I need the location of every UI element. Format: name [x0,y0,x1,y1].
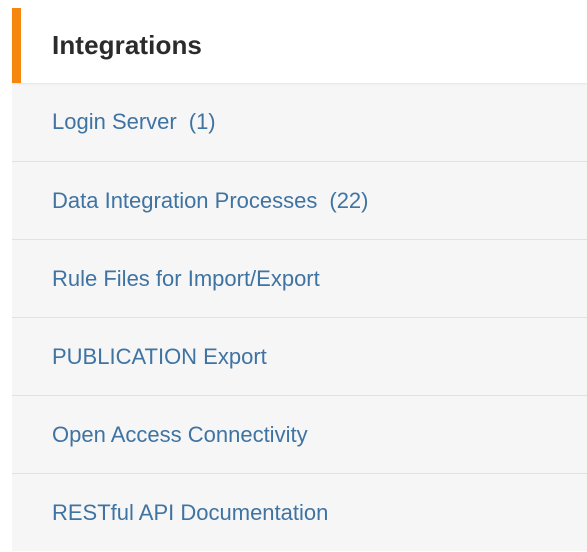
integrations-panel: Integrations Login Server (1) Data Integr… [12,8,587,552]
nav-item-label: Login Server [52,109,177,134]
panel-title: Integrations [52,30,202,60]
publication-export-link[interactable]: PUBLICATION Export [52,344,267,370]
rule-files-link[interactable]: Rule Files for Import/Export [52,266,320,292]
data-integration-processes-link[interactable]: Data Integration Processes (22) [52,188,369,214]
nav-item-label: Open Access Connectivity [52,421,308,447]
nav-item-count: (22) [329,187,369,213]
integrations-nav-list: Login Server (1) Data Integration Process… [12,83,587,551]
login-server-link[interactable]: Login Server (1) [52,109,216,135]
nav-item-label: Rule Files for Import/Export [52,265,320,291]
nav-item-publication-export[interactable]: PUBLICATION Export [12,317,587,395]
nav-item-restful-api-documentation[interactable]: RESTful API Documentation [12,473,587,551]
nav-item-label: RESTful API Documentation [52,499,329,525]
nav-item-data-integration-processes[interactable]: Data Integration Processes (22) [12,161,587,239]
panel-header: Integrations [12,8,587,83]
nav-item-label: Data Integration Processes [52,187,318,213]
nav-item-open-access-connectivity[interactable]: Open Access Connectivity [12,395,587,473]
open-access-connectivity-link[interactable]: Open Access Connectivity [52,422,308,448]
restful-api-documentation-link[interactable]: RESTful API Documentation [52,500,328,526]
nav-item-count: (1) [188,109,216,134]
nav-item-label: PUBLICATION Export [52,343,267,369]
nav-item-login-server[interactable]: Login Server (1) [12,83,587,161]
nav-item-rule-files[interactable]: Rule Files for Import/Export [12,239,587,317]
